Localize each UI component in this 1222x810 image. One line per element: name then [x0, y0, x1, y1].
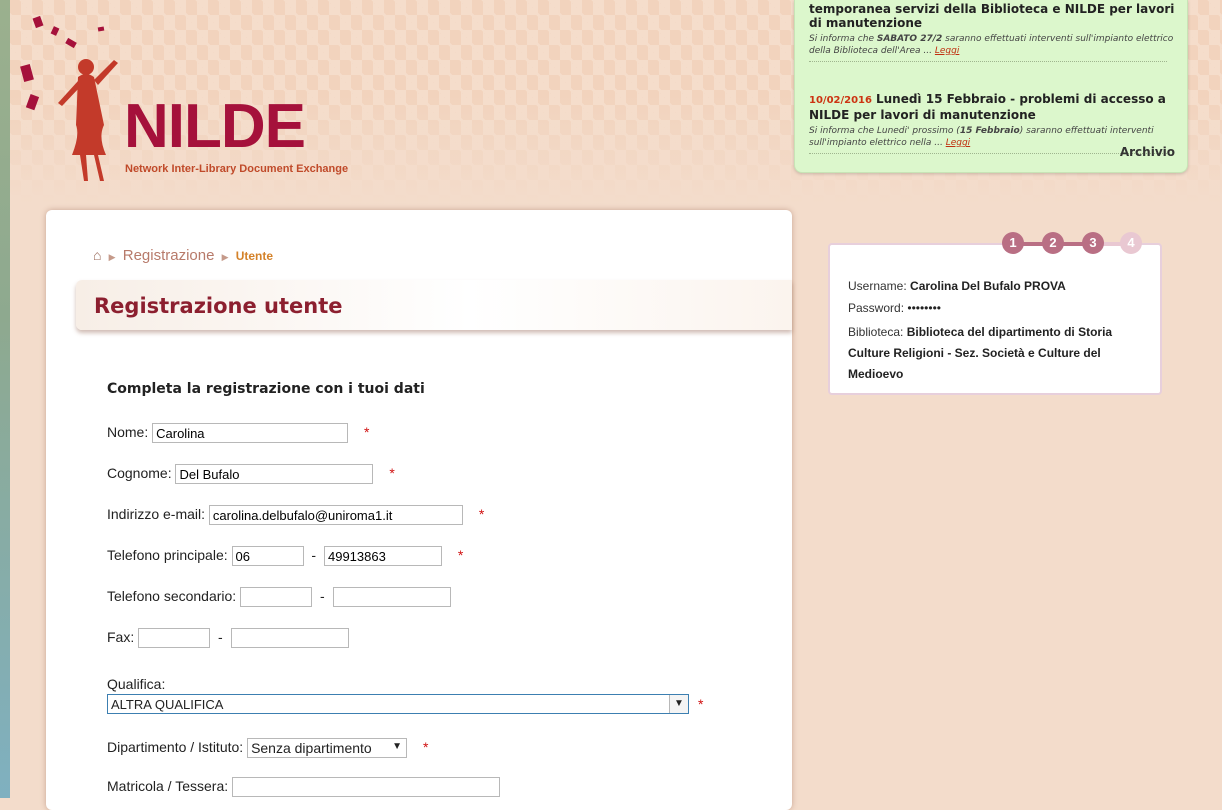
logo-figure-icon — [20, 15, 118, 181]
fax-label: Fax: — [107, 628, 135, 645]
breadcrumb-item-registrazione[interactable]: Registrazione — [123, 247, 215, 264]
nome-label: Nome: — [107, 423, 149, 440]
read-more-link[interactable]: Leggi — [946, 138, 970, 148]
biblioteca-label: Biblioteca: — [848, 325, 904, 339]
cognome-input[interactable] — [175, 464, 374, 484]
news-text: Si informa che SABATO 27/2 saranno effet… — [809, 34, 1174, 56]
required-mark: * — [457, 546, 464, 563]
fax-number-input[interactable] — [230, 628, 349, 648]
telefono-principale-prefix-input[interactable] — [231, 546, 304, 566]
telefono-principale-row: Telefono principale: - * — [107, 546, 463, 566]
qualifica-value: ALTRA QUALIFICA — [111, 697, 224, 712]
dash: - — [319, 587, 325, 604]
dipartimento-label: Dipartimento / Istituto: — [107, 738, 244, 755]
page-title-bar: Registrazione utente — [76, 280, 792, 330]
step-2: 2 — [1042, 232, 1064, 254]
news-title[interactable]: temporanea servizi della Biblioteca e NI… — [809, 2, 1175, 30]
divider — [809, 61, 1167, 62]
logo-text: NILDE — [124, 92, 306, 161]
breadcrumb-separator-icon: ▶ — [221, 252, 229, 262]
matricola-label: Matricola / Tessera: — [107, 777, 229, 794]
matricola-row: Matricola / Tessera: — [107, 777, 501, 797]
news-item: temporanea servizi della Biblioteca e NI… — [809, 2, 1175, 62]
required-mark: * — [698, 696, 704, 712]
required-mark: * — [422, 738, 429, 755]
dash: - — [218, 628, 223, 645]
email-input[interactable] — [208, 505, 463, 525]
username-row: Username: Carolina Del Bufalo PROVA — [848, 276, 1066, 297]
news-panel: temporanea servizi della Biblioteca e NI… — [794, 0, 1188, 173]
home-icon[interactable]: ⌂ — [93, 247, 101, 263]
breadcrumb: ⌂ ▶ Registrazione ▶ Utente — [93, 247, 273, 264]
form-subtitle: Completa la registrazione con i tuoi dat… — [107, 381, 425, 397]
nome-input[interactable] — [152, 423, 349, 443]
step-1: 1 — [1002, 232, 1024, 254]
main-panel: ⌂ ▶ Registrazione ▶ Utente Registrazione… — [46, 210, 792, 810]
telefono-secondario-label: Telefono secondario: — [107, 587, 237, 604]
password-value: •••••••• — [907, 301, 941, 315]
biblioteca-row: Biblioteca: Biblioteca del dipartimento … — [848, 322, 1148, 385]
qualifica-select[interactable]: ALTRA QUALIFICA ▼ — [107, 694, 689, 714]
dropdown-arrow-icon[interactable]: ▼ — [392, 741, 402, 752]
dash: - — [311, 546, 317, 563]
step-4: 4 — [1120, 232, 1142, 254]
fax-row: Fax: - — [107, 628, 349, 648]
fax-prefix-input[interactable] — [138, 628, 211, 648]
email-label: Indirizzo e-mail: — [107, 505, 206, 522]
step-3: 3 — [1082, 232, 1104, 254]
registration-summary: Username: Carolina Del Bufalo PROVA Pass… — [828, 243, 1162, 395]
breadcrumb-separator-icon: ▶ — [108, 252, 116, 262]
qualifica-label: Qualifica: — [107, 676, 166, 692]
required-mark: * — [389, 464, 395, 481]
read-more-link[interactable]: Leggi — [935, 46, 959, 56]
dropdown-arrow-icon[interactable]: ▼ — [669, 695, 688, 713]
telefono-secondario-number-input[interactable] — [332, 587, 451, 607]
required-mark: * — [478, 505, 485, 522]
dipartimento-row: Dipartimento / Istituto: Senza dipartime… — [107, 738, 428, 758]
dipartimento-select[interactable]: Senza dipartimento ▼ — [247, 738, 408, 758]
password-row: Password: •••••••• — [848, 298, 941, 319]
telefono-principale-number-input[interactable] — [323, 546, 442, 566]
required-mark: * — [364, 423, 370, 440]
divider — [809, 153, 1167, 154]
matricola-input[interactable] — [232, 777, 501, 797]
left-edge-strip — [0, 0, 10, 798]
archive-link[interactable]: Archivio — [1120, 145, 1175, 159]
logo-tagline: Network Inter-Library Document Exchange — [125, 163, 349, 175]
page-title: Registrazione utente — [94, 294, 343, 318]
email-row: Indirizzo e-mail: * — [107, 505, 484, 525]
telefono-principale-label: Telefono principale: — [107, 546, 228, 563]
telefono-secondario-prefix-input[interactable] — [240, 587, 313, 607]
cognome-label: Cognome: — [107, 464, 172, 481]
telefono-secondario-row: Telefono secondario: - — [107, 587, 451, 607]
username-value: Carolina Del Bufalo PROVA — [910, 279, 1066, 293]
breadcrumb-current: Utente — [235, 249, 274, 263]
password-label: Password: — [848, 301, 905, 315]
nome-row: Nome: * — [107, 423, 369, 443]
cognome-row: Cognome: * — [107, 464, 395, 484]
step-indicator: 1 2 3 4 — [1002, 232, 1142, 256]
username-label: Username: — [848, 279, 907, 293]
dipartimento-value: Senza dipartimento — [251, 740, 372, 756]
news-title[interactable]: 10/02/2016 Lunedì 15 Febbraio - problemi … — [809, 92, 1175, 122]
news-date: 10/02/2016 — [809, 95, 872, 106]
